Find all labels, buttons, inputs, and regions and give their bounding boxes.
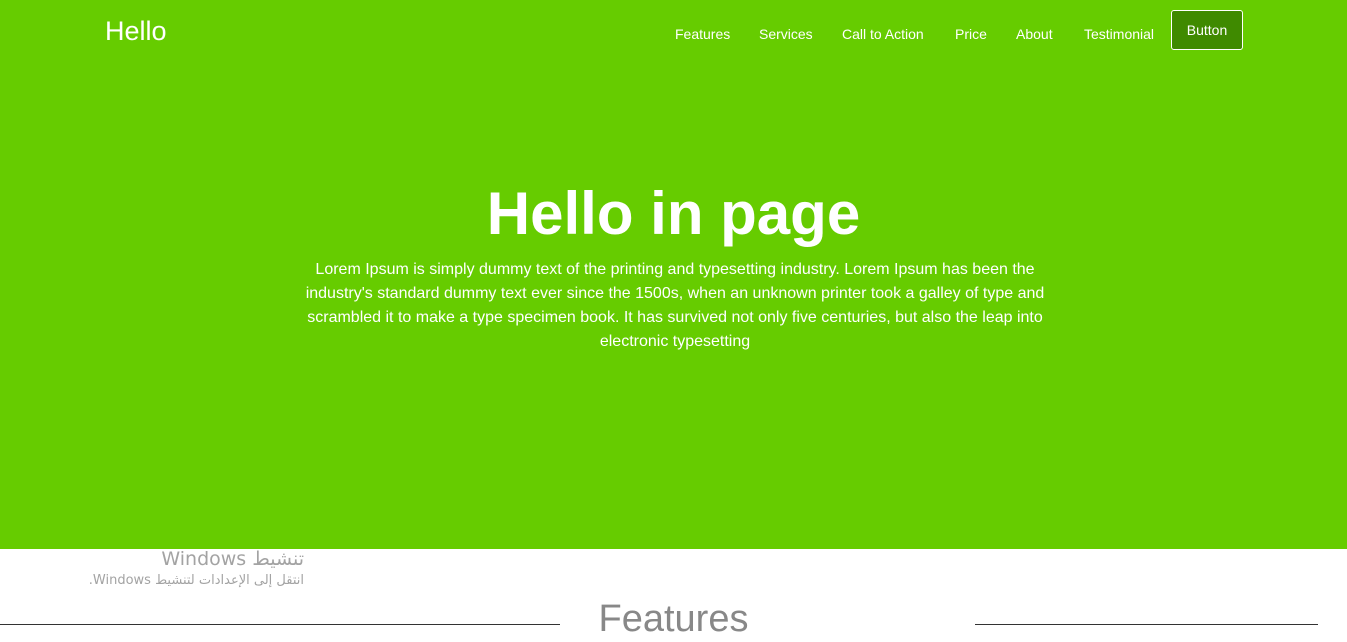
hero-title: Hello in page	[486, 180, 861, 247]
hero-description: Lorem Ipsum is simply dummy text of the …	[305, 261, 1045, 350]
nav-item-features[interactable]: Features	[675, 25, 730, 43]
nav-item-about[interactable]: About	[1016, 25, 1053, 43]
brand-logo[interactable]: Hello	[105, 14, 167, 48]
header-cta-button[interactable]: Button	[1171, 10, 1243, 50]
nav-item-services[interactable]: Services	[759, 25, 813, 43]
hero-section: Hello Features Services Call to Action P…	[0, 0, 1347, 549]
nav-item-call-to-action[interactable]: Call to Action	[842, 25, 924, 43]
windows-activation-subtitle: انتقل إلى الإعدادات لتنشيط Windows.	[88, 573, 304, 588]
windows-activation-title: تنشيط Windows	[161, 548, 304, 570]
nav-item-testimonial[interactable]: Testimonial	[1084, 25, 1154, 43]
features-heading: Features	[598, 598, 749, 640]
nav-item-price[interactable]: Price	[955, 25, 987, 43]
